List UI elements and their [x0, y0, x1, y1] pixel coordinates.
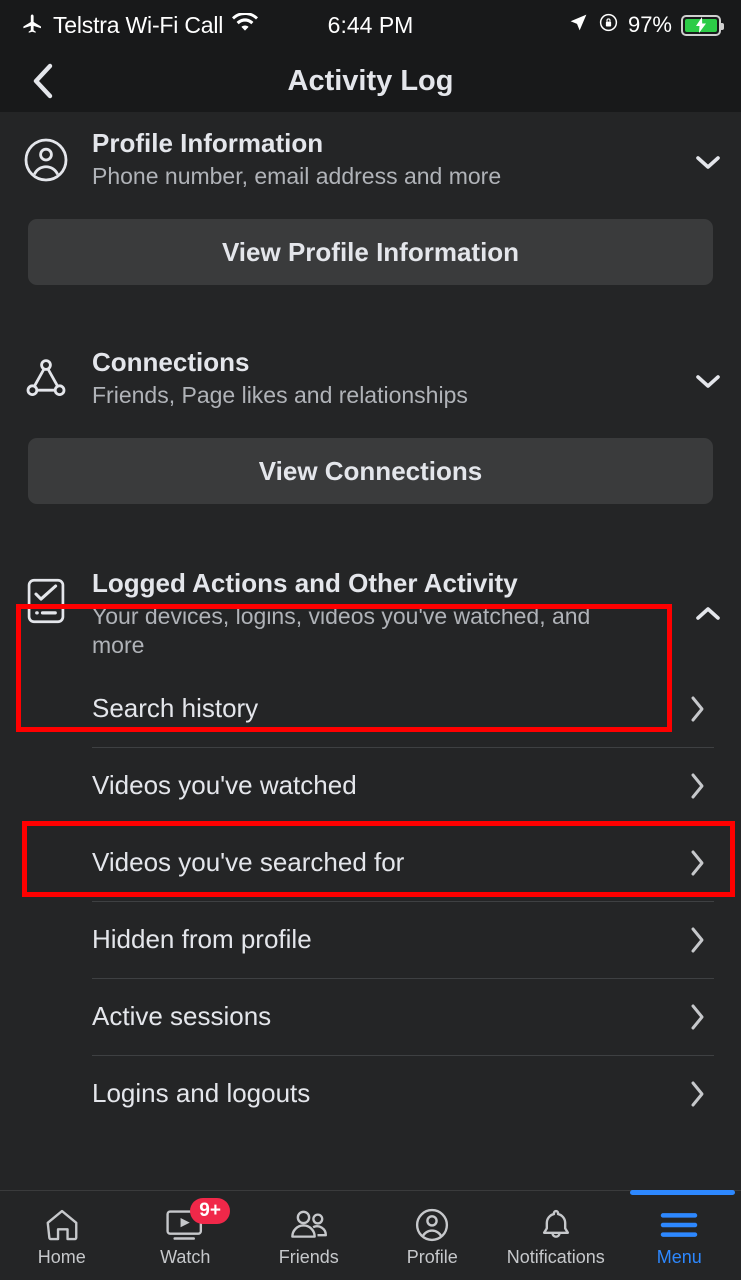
tab-label: Notifications [506, 1246, 605, 1267]
tab-notifications[interactable]: Notifications [494, 1191, 618, 1280]
location-arrow-icon [568, 12, 589, 38]
status-bar: Telstra Wi-Fi Call 6:44 PM 97% [0, 0, 741, 50]
checklist-clipboard-icon [0, 568, 92, 626]
chevron-right-icon [677, 1001, 717, 1033]
section-subtitle: Phone number, email address and more [92, 162, 502, 189]
section-connections-text: Connections Friends, Page likes and rela… [92, 347, 675, 410]
watch-video-icon: 9+ [164, 1197, 230, 1244]
battery-fill [685, 17, 717, 33]
view-connections-button[interactable]: View Connections [28, 438, 713, 505]
chevron-down-icon[interactable] [675, 347, 741, 391]
section-logged-actions[interactable]: Logged Actions and Other Activity Your d… [0, 550, 741, 671]
section-logged-actions-text: Logged Actions and Other Activity Your d… [92, 568, 675, 661]
tab-menu[interactable]: Menu [618, 1190, 741, 1280]
list-item-label: Logins and logouts [92, 1078, 311, 1109]
section-title: Profile Information [92, 128, 324, 158]
list-item-label: Active sessions [92, 1001, 272, 1032]
list-item-label: Hidden from profile [92, 924, 312, 955]
section-subtitle: Friends, Page likes and relationships [92, 381, 468, 408]
tab-label: Profile [406, 1246, 458, 1267]
chevron-up-icon[interactable] [675, 568, 741, 624]
bell-icon [537, 1206, 575, 1244]
chevron-right-icon [677, 847, 717, 879]
list-item-label: Videos you've watched [92, 770, 357, 801]
list-item-label: Videos you've searched for [92, 847, 405, 878]
section-title: Connections [92, 347, 250, 378]
activity-log-content[interactable]: Profile Information Phone number, email … [0, 112, 741, 1190]
tab-label: Menu [656, 1246, 702, 1267]
tab-friends[interactable]: Friends [247, 1191, 371, 1280]
home-icon [42, 1206, 82, 1244]
list-item-active-sessions[interactable]: Active sessions [0, 979, 741, 1055]
tab-label: Home [37, 1246, 86, 1267]
list-item-logins-and-logouts[interactable]: Logins and logouts [0, 1056, 741, 1132]
friends-people-icon [287, 1206, 331, 1244]
tab-label: Friends [278, 1246, 339, 1267]
list-item-videos-searched-for[interactable]: Videos you've searched for [0, 825, 741, 901]
airplane-icon [20, 11, 44, 40]
chevron-down-icon[interactable] [675, 128, 741, 172]
section-profile-text: Profile Information Phone number, email … [92, 128, 675, 191]
chevron-right-icon [677, 1078, 717, 1110]
tab-profile[interactable]: Profile [371, 1191, 495, 1280]
battery-percent-label: 97% [627, 12, 672, 37]
profile-avatar-icon [412, 1206, 452, 1244]
list-item-search-history[interactable]: Search history [0, 671, 741, 747]
tab-home[interactable]: Home [0, 1191, 124, 1280]
tab-label: Watch [160, 1246, 211, 1267]
list-item-videos-watched[interactable]: Videos you've watched [0, 748, 741, 824]
watch-badge: 9+ [190, 1197, 230, 1224]
wifi-icon [232, 11, 259, 38]
connections-network-icon [0, 347, 92, 403]
tab-watch[interactable]: 9+ Watch [124, 1191, 248, 1280]
page-title: Activity Log [287, 64, 454, 97]
section-subtitle: Your devices, logins, videos you've watc… [92, 603, 591, 659]
chevron-right-icon [677, 693, 717, 725]
carrier-label: Telstra Wi-Fi Call [53, 11, 224, 38]
hamburger-menu-icon [658, 1206, 700, 1244]
back-button[interactable] [12, 50, 74, 112]
battery-icon [681, 14, 724, 36]
logged-actions-list: Search history Videos you've watched Vid… [0, 671, 741, 1132]
bottom-tab-bar: Home 9+ Watch Friends Profile Notificati… [0, 1190, 741, 1280]
rotation-lock-icon [598, 12, 619, 38]
profile-person-icon [0, 128, 92, 184]
chevron-right-icon [677, 924, 717, 956]
chevron-right-icon [677, 770, 717, 802]
view-profile-information-button[interactable]: View Profile Information [28, 219, 713, 286]
status-bar-right: 97% [568, 12, 724, 38]
list-item-label: Search history [92, 693, 259, 724]
section-title: Logged Actions and Other Activity [92, 568, 518, 599]
page-header: Activity Log [0, 50, 741, 112]
section-profile-information[interactable]: Profile Information Phone number, email … [0, 112, 741, 201]
section-connections[interactable]: Connections Friends, Page likes and rela… [0, 331, 741, 420]
list-item-hidden-from-profile[interactable]: Hidden from profile [0, 902, 741, 978]
status-bar-left: Telstra Wi-Fi Call [20, 11, 259, 40]
active-tab-indicator [629, 1190, 735, 1195]
phone-screen: Telstra Wi-Fi Call 6:44 PM 97% Activity … [0, 0, 741, 1280]
